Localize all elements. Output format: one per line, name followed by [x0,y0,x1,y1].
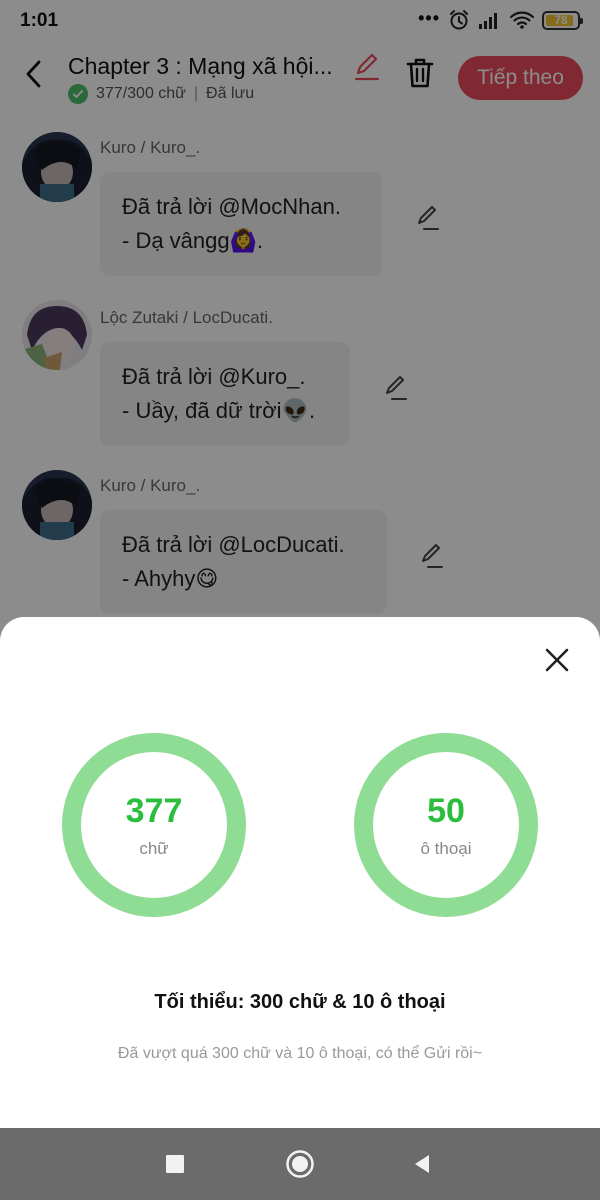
close-button[interactable] [542,645,572,675]
triangle-back-icon [415,1155,429,1173]
home-circle-icon [286,1150,314,1178]
dialog-count-label: ô thoại [420,839,472,858]
requirement-note: Đã vượt quá 300 chữ và 10 ô thoại, có th… [117,1045,483,1062]
dialog-count-value: 50 [427,792,465,830]
square-icon [166,1155,184,1173]
minimum-requirement: Tối thiểu: 300 chữ & 10 ô thoại [154,991,446,1013]
word-count-sheet: 377 chữ 50 ô thoại Tối thiểu: 300 chữ & … [0,617,600,1128]
dialog-count-ring: 50 ô thoại [354,733,538,917]
back-nav-button[interactable] [404,1146,440,1182]
recents-button[interactable] [157,1146,193,1182]
home-button[interactable] [282,1146,318,1182]
word-count-ring: 377 chữ [62,733,246,917]
word-count-value: 377 [125,792,183,830]
word-count-label: chữ [139,839,169,858]
system-nav-bar [0,1128,600,1200]
close-icon [545,648,569,672]
